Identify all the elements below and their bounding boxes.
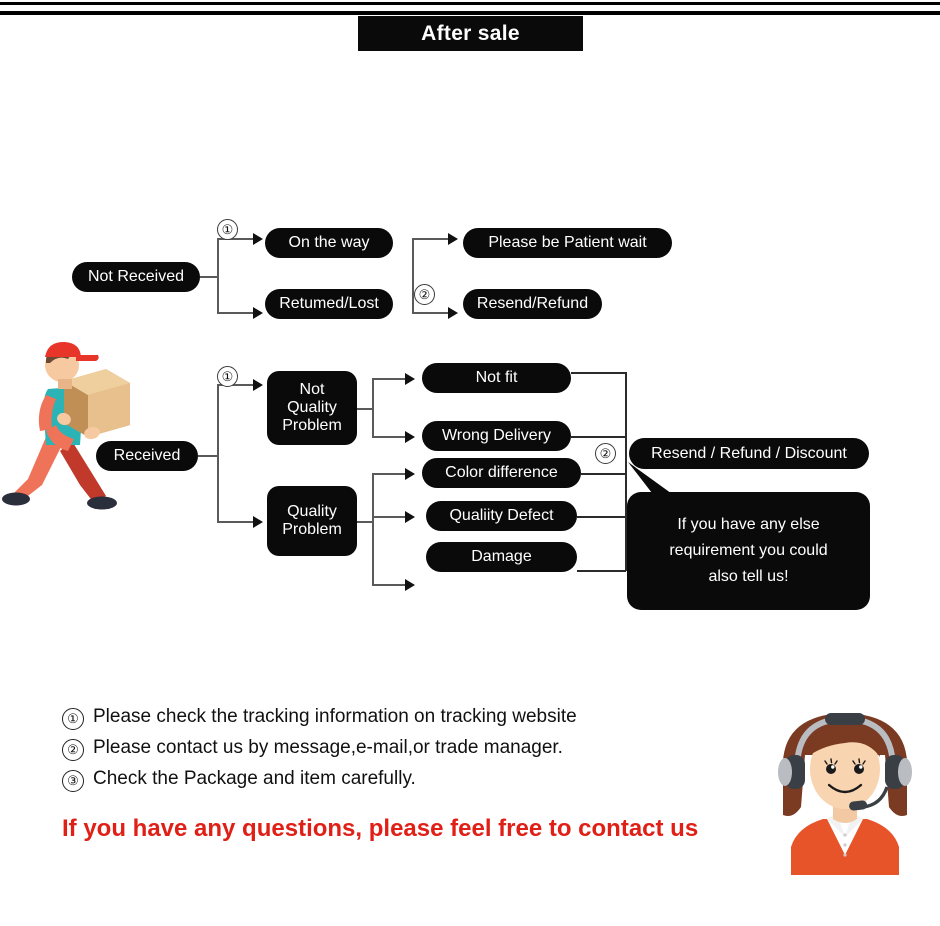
node-wrong-delivery[interactable]: Wrong Delivery <box>422 421 571 451</box>
connector-to-wrong-delivery <box>372 436 407 438</box>
list-item: ③ Check the Package and item carefully. <box>62 768 722 792</box>
speech-bubble-note: If you have any else requirement you cou… <box>627 492 870 610</box>
top-rule-upper <box>0 2 940 5</box>
note-number-1: ① <box>62 708 84 730</box>
connector-to-not-fit <box>372 378 407 380</box>
contact-cta-text: If you have any questions, please feel f… <box>62 815 699 842</box>
node-on-the-way[interactable]: On the way <box>265 228 393 258</box>
connector-to-resend-refund <box>412 312 450 314</box>
customer-service-agent-icon <box>757 695 933 875</box>
node-quality-defect[interactable]: Qualiity Defect <box>426 501 577 531</box>
marker-resolution-step: ② <box>595 443 616 464</box>
collector-stub-damage <box>577 570 626 572</box>
arrow-to-returned-lost <box>253 307 263 319</box>
marker-received-step: ① <box>217 366 238 387</box>
node-not-quality-problem-line-3: Problem <box>282 416 342 434</box>
connector-outcome-split <box>412 238 414 314</box>
node-not-quality-problem[interactable]: Not Quality Problem <box>267 371 357 445</box>
page-header-banner: After sale <box>358 16 583 51</box>
connector-to-damage <box>372 584 407 586</box>
note-text-2: Please contact us by message,e-mail,or t… <box>93 737 563 758</box>
node-please-be-patient-wait[interactable]: Please be Patient wait <box>463 228 672 258</box>
connector-nq-stem <box>357 408 373 410</box>
top-rule-lower <box>0 11 940 15</box>
node-not-received[interactable]: Not Received <box>72 262 200 292</box>
delivery-courier-icon <box>2 333 162 513</box>
collector-stub-wrong-delivery <box>571 436 626 438</box>
node-quality-problem-line-2: Problem <box>282 521 342 538</box>
speech-bubble-line-2: requirement you could <box>669 542 828 560</box>
note-text-3: Check the Package and item carefully. <box>93 768 416 789</box>
node-not-fit[interactable]: Not fit <box>422 363 571 393</box>
arrow-to-on-the-way <box>253 233 263 245</box>
node-quality-problem[interactable]: Quality Problem <box>267 486 357 556</box>
connector-to-returned-lost <box>217 312 255 314</box>
collector-stub-quality-defect <box>577 516 626 518</box>
arrow-to-resend-refund <box>448 307 458 319</box>
marker-not-received-step: ① <box>217 219 238 240</box>
arrow-to-patient-wait <box>448 233 458 245</box>
node-not-quality-problem-line-1: Not <box>299 381 325 399</box>
note-number-2: ② <box>62 739 84 761</box>
arrow-to-color-difference <box>405 468 415 480</box>
footer-notes-list: ① Please check the tracking information … <box>62 706 722 799</box>
connector-not-received-stem <box>200 276 218 278</box>
connector-received-stem <box>198 455 218 457</box>
connector-nq-split <box>372 378 374 438</box>
connector-to-color-difference <box>372 473 407 475</box>
note-number-3: ③ <box>62 770 84 792</box>
arrow-to-wrong-delivery <box>405 431 415 443</box>
node-received[interactable]: Received <box>96 441 198 471</box>
arrow-to-not-quality <box>253 379 263 391</box>
node-resend-refund[interactable]: Resend/Refund <box>463 289 602 319</box>
note-text-1: Please check the tracking information on… <box>93 706 577 727</box>
collector-stub-color-difference <box>581 473 626 475</box>
connector-to-patient-wait <box>412 238 450 240</box>
arrow-to-not-fit <box>405 373 415 385</box>
list-item: ② Please contact us by message,e-mail,or… <box>62 737 722 761</box>
speech-bubble-line-3: also tell us! <box>708 567 789 585</box>
arrow-to-quality <box>253 516 263 528</box>
connector-to-quality <box>217 521 255 523</box>
list-item: ① Please check the tracking information … <box>62 706 722 730</box>
page-title: After sale <box>421 21 520 45</box>
connector-not-received-split <box>217 238 219 314</box>
node-returned-lost[interactable]: Retumed/Lost <box>265 289 393 319</box>
node-damage[interactable]: Damage <box>426 542 577 572</box>
connector-to-quality-defect <box>372 516 407 518</box>
arrow-to-damage <box>405 579 415 591</box>
marker-not-received-outcome-step: ② <box>414 284 435 305</box>
node-quality-problem-line-1: Quality <box>287 503 337 521</box>
speech-bubble-line-1: If you have any else <box>677 516 820 534</box>
arrow-to-quality-defect <box>405 511 415 523</box>
connector-q-stem <box>357 521 373 523</box>
connector-received-split <box>217 384 219 522</box>
node-color-difference[interactable]: Color difference <box>422 458 581 488</box>
node-not-quality-problem-line-2: Quality <box>287 399 337 417</box>
collector-stub-not-fit <box>571 372 626 374</box>
connector-q-split <box>372 473 374 585</box>
